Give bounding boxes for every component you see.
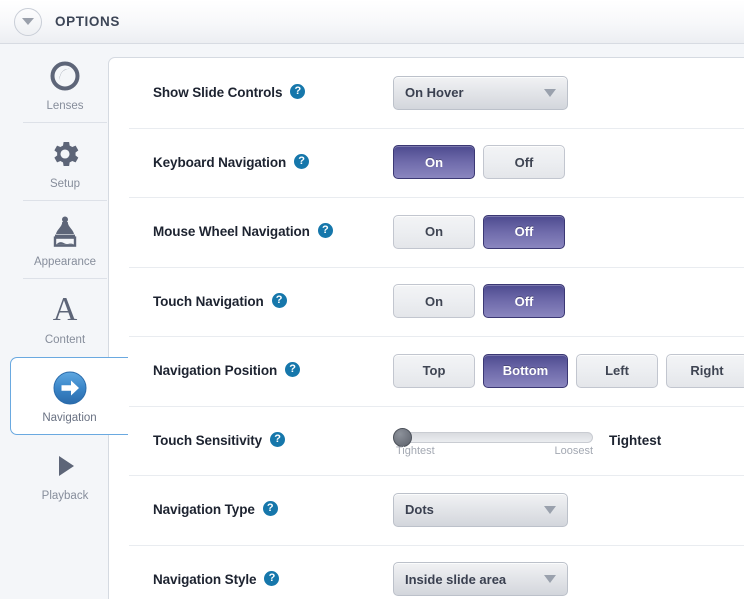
setting-label-group: Touch Navigation ? <box>153 292 393 309</box>
touch-navigation-off-button[interactable]: Off <box>483 284 565 319</box>
setting-control: Tightest Loosest Tightest <box>393 423 661 457</box>
navigation-position-left-button[interactable]: Left <box>576 353 658 388</box>
keyboard-navigation-on-button[interactable]: On <box>393 145 475 180</box>
setting-label: Keyboard Navigation <box>153 154 287 170</box>
touch-sensitivity-slider[interactable]: Tightest Loosest <box>393 423 593 457</box>
setting-control: Top Bottom Left Right <box>393 353 744 388</box>
sidebar-item-label: Content <box>44 333 86 346</box>
slider-min-label: Tightest <box>396 445 435 458</box>
navigation-position-top-button[interactable]: Top <box>393 353 475 388</box>
chevron-down-icon <box>544 88 556 97</box>
help-icon[interactable]: ? <box>270 431 286 447</box>
setting-row-touch-sensitivity: Touch Sensitivity ? Tightest Loosest Tig… <box>109 405 744 476</box>
gear-icon <box>48 135 82 173</box>
options-header: OPTIONS <box>0 0 744 44</box>
setting-control: On Off <box>393 145 565 180</box>
setting-row-navigation-type: Navigation Type ? Dots <box>109 475 744 545</box>
sidebar-item-playback[interactable]: Playback <box>10 435 120 513</box>
setting-label-group: Touch Sensitivity ? <box>153 431 393 448</box>
letter-a-icon: A <box>52 290 78 328</box>
slider-max-label: Loosest <box>554 445 593 458</box>
setting-label: Touch Sensitivity <box>153 432 263 448</box>
setting-label: Navigation Position <box>153 363 278 379</box>
help-icon[interactable]: ? <box>294 153 310 169</box>
setting-row-show-slide-controls: Show Slide Controls ? On Hover <box>109 58 744 128</box>
arrow-right-circle-icon <box>51 369 89 407</box>
mouse-wheel-navigation-on-button[interactable]: On <box>393 214 475 249</box>
dropdown-value: Inside slide area <box>405 571 507 587</box>
slider-track[interactable] <box>393 432 593 444</box>
help-icon[interactable]: ? <box>317 223 333 239</box>
navigation-position-right-button[interactable]: Right <box>666 353 744 388</box>
setting-label-group: Keyboard Navigation ? <box>153 153 393 170</box>
navigation-style-dropdown[interactable]: Inside slide area <box>393 562 568 597</box>
chevron-down-icon <box>544 575 556 584</box>
help-icon[interactable]: ? <box>285 362 301 378</box>
setting-control: On Off <box>393 284 565 319</box>
setting-label: Navigation Style <box>153 571 257 587</box>
navigation-type-dropdown[interactable]: Dots <box>393 492 568 527</box>
collapse-toggle-button[interactable] <box>14 7 42 36</box>
navigation-position-bottom-button[interactable]: Bottom <box>483 353 568 388</box>
setting-label: Touch Navigation <box>153 293 264 309</box>
setting-control: On Hover <box>393 75 568 110</box>
setting-control: Inside slide area <box>393 562 568 597</box>
sidebar-item-setup[interactable]: Setup <box>10 123 120 201</box>
setting-label-group: Navigation Position ? <box>153 362 393 379</box>
keyboard-navigation-off-button[interactable]: Off <box>483 145 565 180</box>
sidebar-item-appearance[interactable]: Appearance <box>10 201 120 279</box>
sidebar-item-lenses[interactable]: Lenses <box>10 45 120 123</box>
sidebar-item-label: Setup <box>49 177 81 190</box>
setting-row-touch-navigation: Touch Navigation ? On Off <box>109 266 744 337</box>
help-icon[interactable]: ? <box>262 501 278 517</box>
chevron-down-icon <box>544 505 556 514</box>
page-title: OPTIONS <box>55 14 120 29</box>
play-icon <box>48 447 82 485</box>
setting-label-group: Navigation Style ? <box>153 570 393 587</box>
setting-label-group: Navigation Type ? <box>153 501 393 518</box>
help-icon[interactable]: ? <box>271 292 287 308</box>
mouse-wheel-navigation-off-button[interactable]: Off <box>483 214 565 249</box>
setting-label: Mouse Wheel Navigation <box>153 224 310 240</box>
sidebar-item-label: Playback <box>41 489 89 502</box>
dropdown-value: Dots <box>405 502 434 518</box>
body-area: Lenses Setup Appearance A Content Naviga… <box>0 45 744 599</box>
paintbrush-icon <box>49 213 81 251</box>
dropdown-value: On Hover <box>405 85 464 101</box>
slider-value-label: Tightest <box>609 432 662 448</box>
setting-control: Dots <box>393 492 568 527</box>
lens-icon <box>48 57 82 95</box>
help-icon[interactable]: ? <box>264 570 280 586</box>
sidebar-item-content[interactable]: A Content <box>10 279 120 357</box>
setting-control: On Off <box>393 214 565 249</box>
sidebar-item-label: Lenses <box>46 99 84 112</box>
settings-panel: Show Slide Controls ? On Hover Keyboard … <box>108 57 744 599</box>
setting-label-group: Mouse Wheel Navigation ? <box>153 223 393 240</box>
setting-label-group: Show Slide Controls ? <box>153 84 393 101</box>
setting-label: Navigation Type <box>153 502 255 518</box>
setting-row-keyboard-navigation: Keyboard Navigation ? On Off <box>109 127 744 198</box>
sidebar-item-navigation[interactable]: Navigation <box>10 357 128 435</box>
help-icon[interactable]: ? <box>290 84 306 100</box>
setting-row-mouse-wheel-navigation: Mouse Wheel Navigation ? On Off <box>109 197 744 267</box>
sidebar-item-label: Appearance <box>33 255 97 268</box>
setting-row-navigation-position: Navigation Position ? Top Bottom Left Ri… <box>109 336 744 406</box>
sidebar-item-label: Navigation <box>42 411 97 424</box>
show-slide-controls-dropdown[interactable]: On Hover <box>393 75 568 110</box>
triangle-down-icon <box>22 18 34 25</box>
setting-label: Show Slide Controls <box>153 85 283 101</box>
setting-row-navigation-style: Navigation Style ? Inside slide area <box>109 544 744 599</box>
touch-navigation-on-button[interactable]: On <box>393 284 475 319</box>
